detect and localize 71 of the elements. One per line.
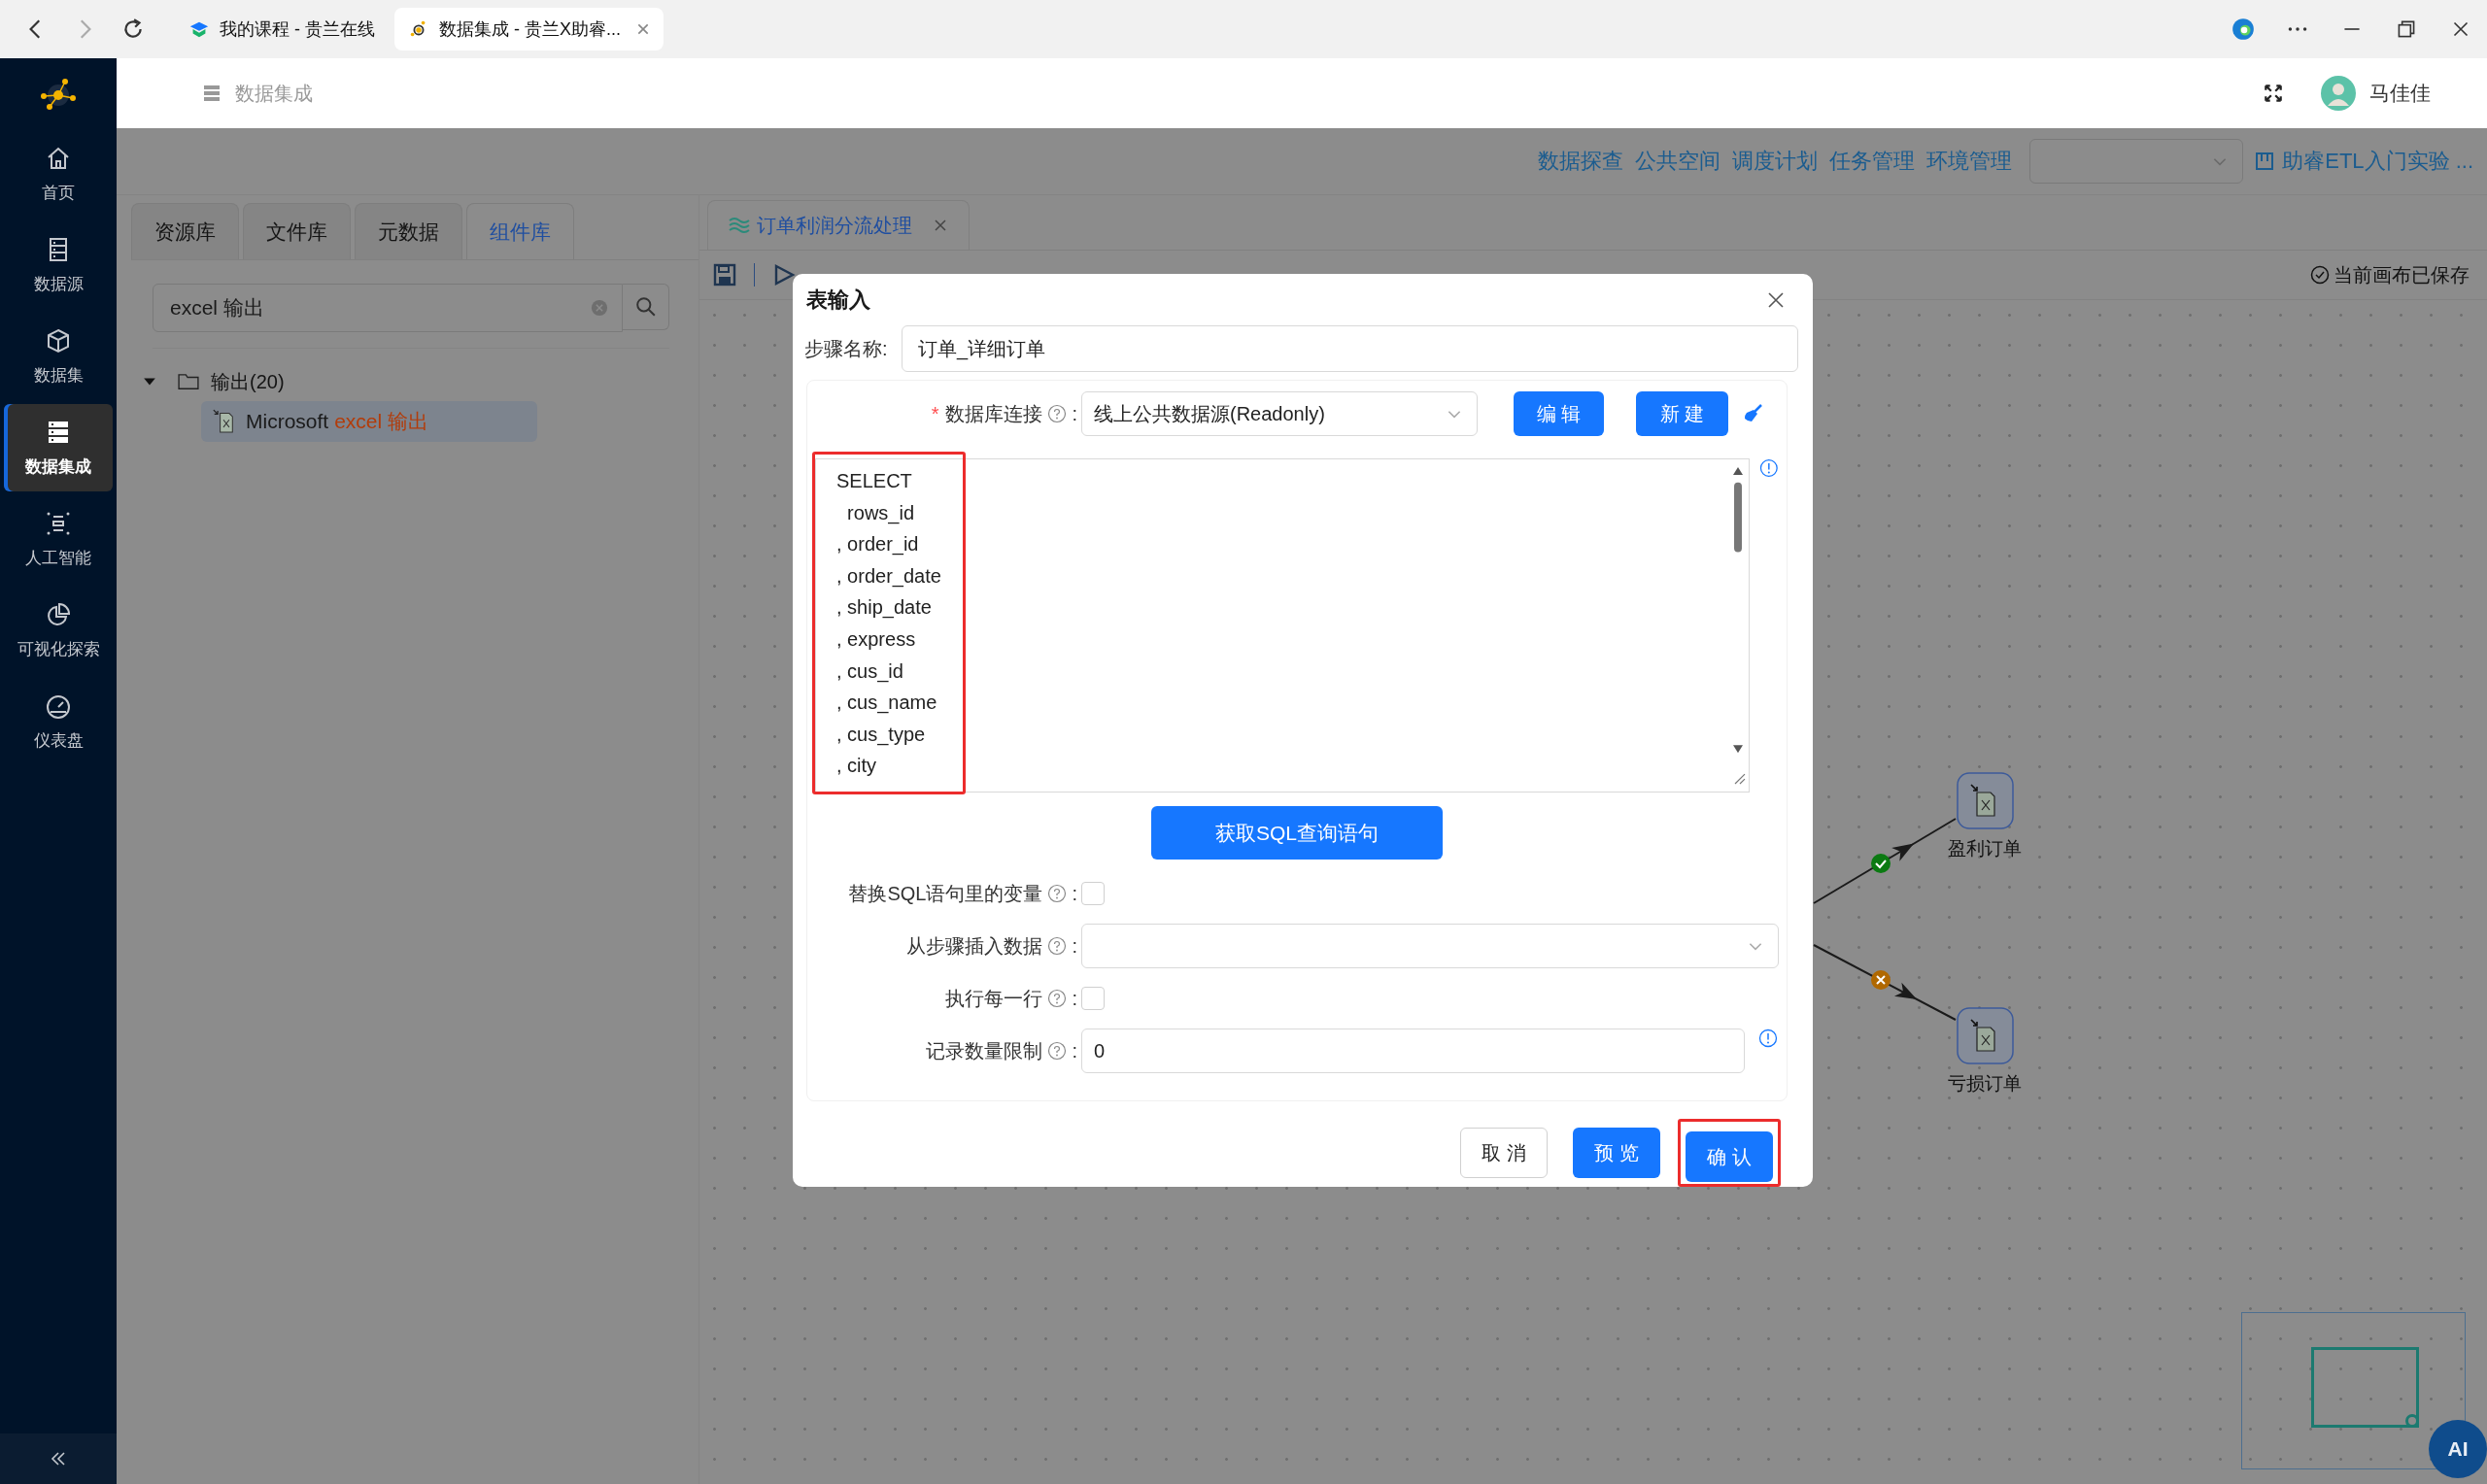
required-mark: * (931, 402, 939, 425)
browser-logo-icon[interactable] (2231, 17, 2256, 42)
connection-button[interactable]: 新 建 (1636, 391, 1728, 436)
connection-select[interactable]: 线上公共数据源(Readonly) (1081, 391, 1478, 436)
waves-icon (728, 216, 751, 235)
save-icon[interactable] (713, 263, 736, 287)
sidebar-item[interactable]: 可视化探索 (4, 587, 113, 674)
label-colon: : (1072, 1039, 1077, 1062)
tree-label[interactable]: 输出(20) (211, 368, 285, 395)
node-label: 盈利订单 (1948, 838, 2022, 859)
dialog-button[interactable]: 确 认 (1686, 1131, 1773, 1182)
check-circle-icon (2310, 265, 2330, 285)
pie-chart-icon (45, 600, 72, 628)
board-icon (2255, 152, 2275, 171)
browser-tab[interactable]: 数据集成 - 贵兰X助睿... (394, 8, 664, 51)
dialog-button[interactable]: 取 消 (1460, 1128, 1548, 1178)
cube-icon (45, 326, 72, 354)
field-label: 步骤名称: (804, 336, 889, 361)
dialog-title: 表输入 (806, 286, 870, 314)
sidebar-item[interactable]: 数据集 (4, 313, 113, 400)
save-status: 当前画布已保存 (2334, 262, 2470, 287)
help-icon[interactable] (1047, 404, 1068, 423)
avatar[interactable] (2321, 76, 2356, 111)
field-label: 记录数量限制 (926, 1038, 1043, 1063)
sidebar-item[interactable]: 首页 (4, 130, 113, 218)
info-icon[interactable] (1759, 458, 1779, 478)
browser-tab[interactable]: 我的课程 - 贵兰在线 (175, 8, 389, 51)
help-icon[interactable] (1047, 936, 1068, 956)
folder-icon (178, 373, 199, 390)
get-sql-button[interactable]: 获取SQL查询语句 (1151, 806, 1443, 860)
field-label: 执行每一行 (945, 986, 1043, 1011)
label-colon: : (1072, 934, 1077, 958)
field-label: 数据库连接 (945, 401, 1043, 426)
panel-tab[interactable]: 文件库 (243, 203, 351, 259)
sidebar-item[interactable]: 仪表盘 (4, 678, 113, 765)
label-colon: : (1072, 402, 1077, 425)
search-field[interactable]: excel 输出 (153, 284, 623, 332)
info-icon[interactable] (1758, 1029, 1778, 1048)
user-name[interactable]: 马佳佳 (2369, 80, 2431, 107)
page-title: 数据集成 (235, 81, 313, 106)
search-icon (634, 296, 657, 318)
help-icon[interactable] (1047, 884, 1068, 903)
cross-icon (1871, 970, 1891, 990)
check-icon (1871, 854, 1891, 873)
step-node[interactable] (1957, 772, 2014, 829)
sidebar-item[interactable]: 数据集成 (4, 404, 113, 491)
field-label: 替换SQL语句里的变量 (848, 881, 1043, 906)
input-field[interactable]: 订单_详细订单 (902, 325, 1798, 372)
panel-tab[interactable]: 资源库 (131, 203, 239, 259)
close-icon[interactable] (1766, 289, 1786, 310)
sidebar-item[interactable]: 数据源 (4, 221, 113, 309)
search-button[interactable] (623, 284, 669, 330)
connection-button[interactable]: 编 辑 (1514, 391, 1604, 436)
help-icon[interactable] (1047, 989, 1068, 1008)
checkbox[interactable] (1081, 987, 1105, 1010)
input-field[interactable]: 0 (1081, 1029, 1745, 1073)
label-colon: : (1072, 882, 1077, 905)
label-colon: : (1072, 987, 1077, 1010)
excel-file-icon (213, 409, 234, 434)
server-icon (202, 84, 221, 103)
dialog-button[interactable]: 预 览 (1573, 1128, 1660, 1178)
fullscreen-icon[interactable] (2263, 83, 2284, 104)
tree-item[interactable]: Microsoft excel 输出 (201, 401, 537, 442)
play-icon[interactable] (772, 263, 796, 287)
sidebar-item[interactable]: 人工智能 (4, 495, 113, 583)
field-label: 从步骤插入数据 (906, 933, 1043, 959)
node-label: 亏损订单 (1948, 1073, 2022, 1094)
panel-tab[interactable]: 元数据 (355, 203, 462, 259)
checkbox[interactable] (1081, 882, 1105, 905)
step-node[interactable] (1957, 1007, 2014, 1064)
help-icon[interactable] (1047, 1041, 1068, 1061)
